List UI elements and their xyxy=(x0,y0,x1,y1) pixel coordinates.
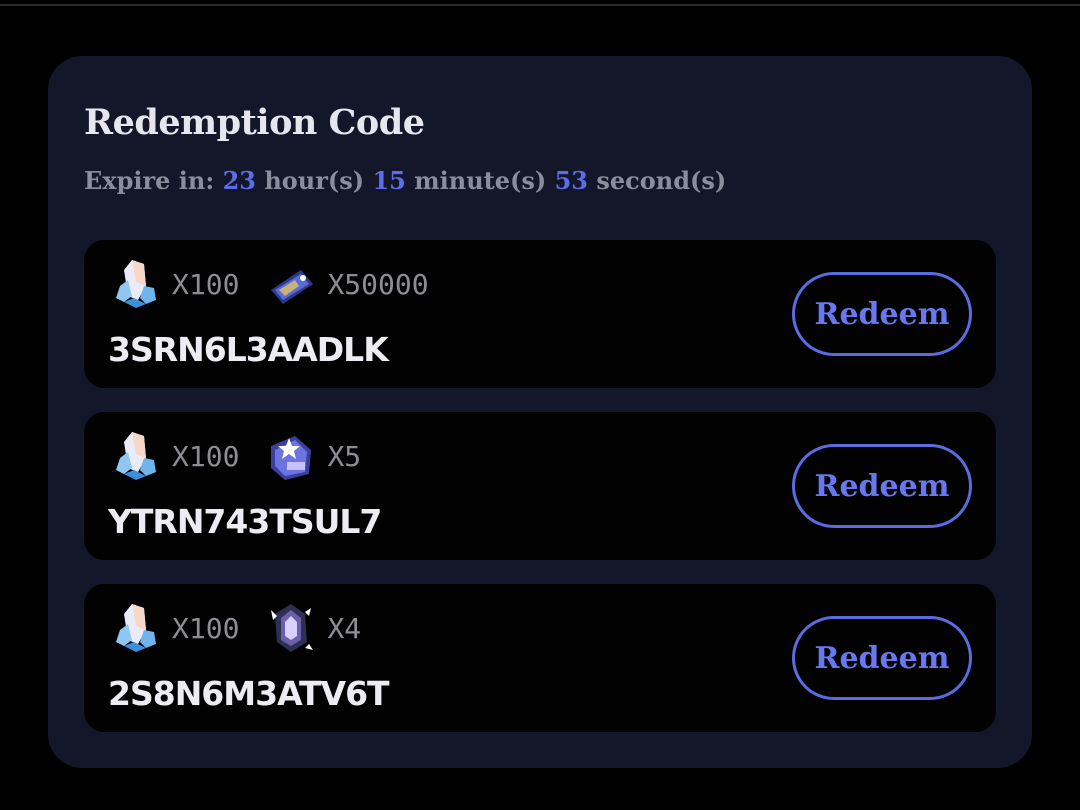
star-pass-icon xyxy=(271,436,312,480)
redemption-code: YTRN743TSUL7 xyxy=(108,502,382,541)
reward-item: X5 xyxy=(265,428,361,484)
reward-item: X4 xyxy=(265,600,361,656)
redeem-button[interactable]: Redeem xyxy=(792,272,972,356)
code-card: X100 X4 2S8N6M3ATV6T Redeem xyxy=(84,584,996,732)
expire-label: Expire in: xyxy=(84,166,215,195)
reward-quantity: X100 xyxy=(172,267,240,301)
redeem-button[interactable]: Redeem xyxy=(792,444,972,528)
crystal-icon xyxy=(116,604,156,652)
expire-minutes-unit: minute(s) xyxy=(414,166,547,195)
reward-item: X100 xyxy=(110,600,239,656)
reward-quantity: X100 xyxy=(172,611,240,645)
reward-item: X50000 xyxy=(265,256,429,312)
lantern-item-icon xyxy=(271,604,314,652)
top-divider xyxy=(0,4,1080,6)
reward-item: X100 xyxy=(110,428,239,484)
crystal-icon xyxy=(116,432,156,480)
redeem-button[interactable]: Redeem xyxy=(792,616,972,700)
panel-title: Redemption Code xyxy=(84,102,425,143)
expire-seconds: 53 xyxy=(554,166,588,195)
expire-minutes: 15 xyxy=(372,166,406,195)
ticket-card-icon xyxy=(271,270,314,304)
reward-quantity: X50000 xyxy=(327,267,429,301)
reward-item: X100 xyxy=(110,256,239,312)
expire-hours-unit: hour(s) xyxy=(264,166,365,195)
code-card: X100 X5 YTRN743TSUL7 Redeem xyxy=(84,412,996,560)
reward-list: X100 X5 xyxy=(110,428,387,484)
expire-hours: 23 xyxy=(222,166,256,195)
reward-quantity: X4 xyxy=(327,611,362,645)
expire-seconds-unit: second(s) xyxy=(596,166,727,195)
reward-quantity: X5 xyxy=(327,439,362,473)
redemption-panel: Redemption Code Expire in: 23 hour(s) 15… xyxy=(48,56,1032,768)
redemption-code: 3SRN6L3AADLK xyxy=(108,330,389,369)
crystal-icon xyxy=(116,260,156,308)
code-card: X100 X50000 3SRN6L3AADLK Redeem xyxy=(84,240,996,388)
reward-list: X100 X4 xyxy=(110,600,387,656)
redemption-code: 2S8N6M3ATV6T xyxy=(108,674,390,713)
reward-quantity: X100 xyxy=(172,439,240,473)
expire-countdown: Expire in: 23 hour(s) 15 minute(s) 53 se… xyxy=(84,166,726,195)
reward-list: X100 X50000 xyxy=(110,256,455,312)
